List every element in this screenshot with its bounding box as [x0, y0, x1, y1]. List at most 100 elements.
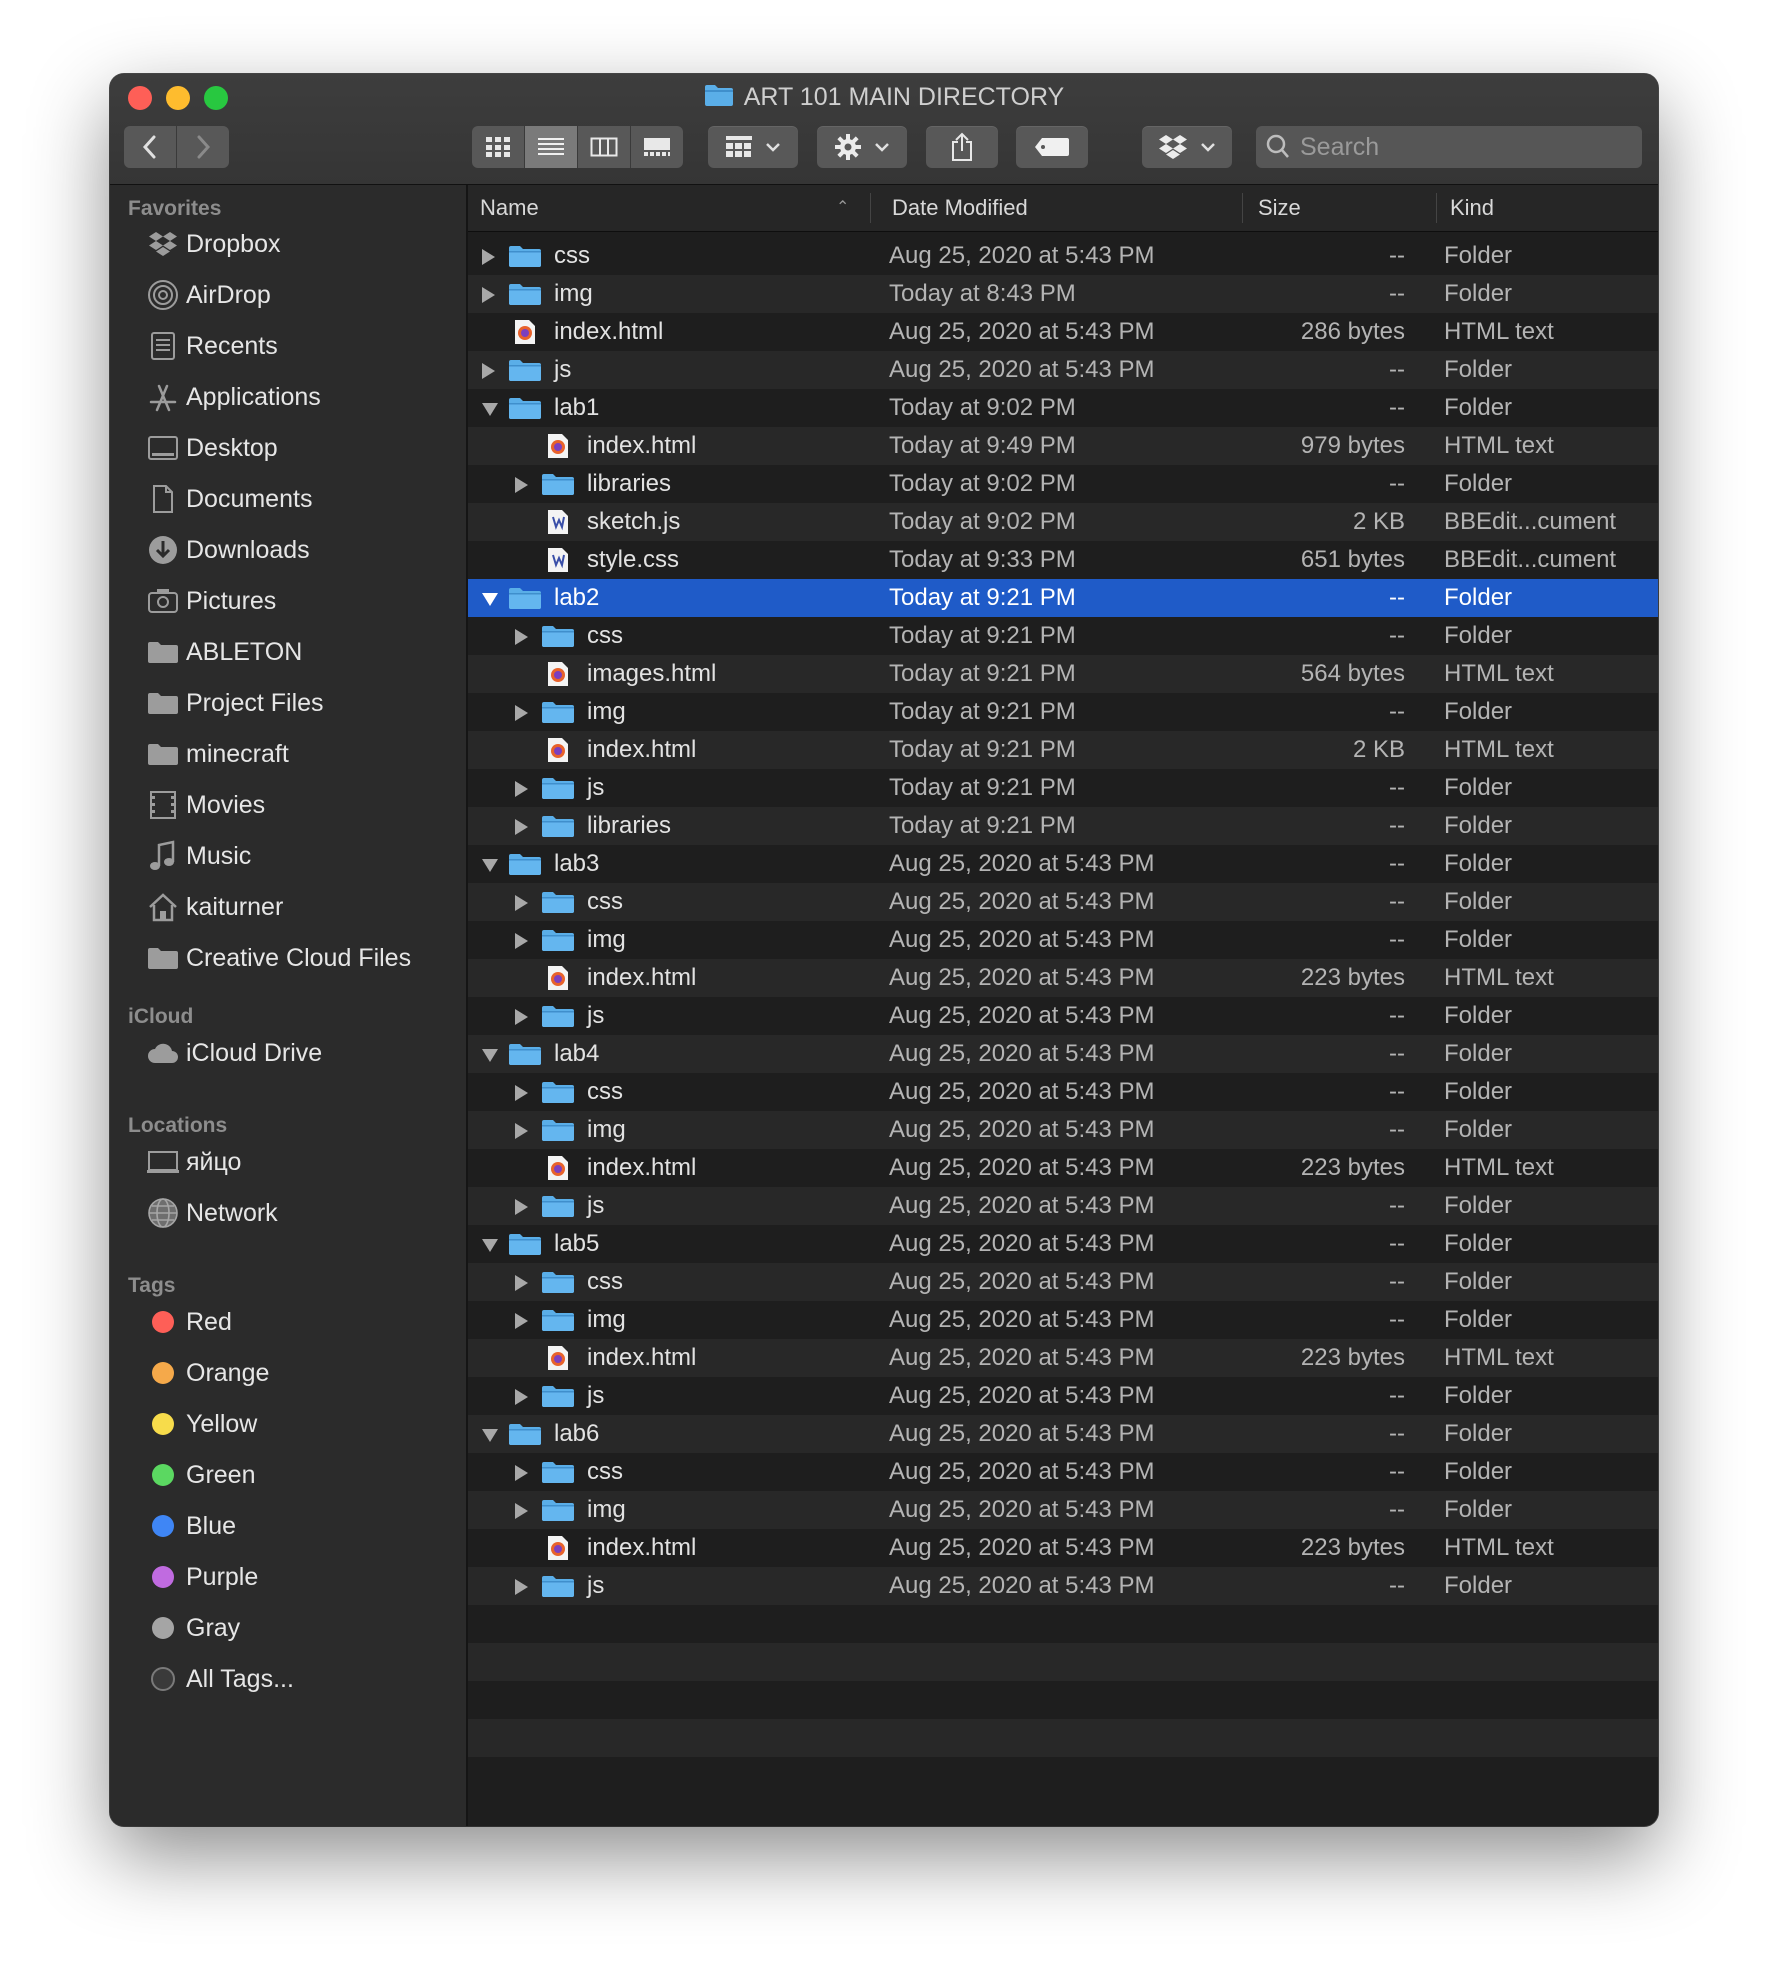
table-row[interactable]: css Aug 25, 2020 at 5:43 PM -- Folder — [468, 237, 1658, 275]
sidebar-tag-purple[interactable]: Purple — [146, 1557, 258, 1597]
table-row[interactable]: index.html Today at 9:49 PM 979 bytes HTML … — [468, 427, 1658, 465]
disclosure-triangle-closed-icon[interactable] — [515, 895, 528, 911]
table-row[interactable]: index.html Aug 25, 2020 at 5:43 PM 223 byt… — [468, 1149, 1658, 1187]
table-row[interactable]: js Aug 25, 2020 at 5:43 PM -- Folder — [468, 351, 1658, 389]
column-header-kind[interactable]: Kind — [1450, 185, 1494, 231]
table-row[interactable]: css Aug 25, 2020 at 5:43 PM -- Folder — [468, 1263, 1658, 1301]
table-row[interactable]: images.html Today at 9:21 PM 564 bytes HTML… — [468, 655, 1658, 693]
forward-button[interactable] — [177, 126, 229, 168]
list-view-button[interactable] — [525, 126, 578, 168]
sidebar-tag-yellow[interactable]: Yellow — [146, 1404, 257, 1444]
sidebar-tag-green[interactable]: Green — [146, 1455, 255, 1495]
disclosure-triangle-open-icon[interactable] — [482, 1429, 498, 1442]
column-divider[interactable] — [1436, 193, 1437, 223]
disclosure-triangle-closed-icon[interactable] — [515, 781, 528, 797]
table-row[interactable]: js Aug 25, 2020 at 5:43 PM -- Folder — [468, 1187, 1658, 1225]
sidebar-tag-all[interactable]: All Tags... — [146, 1659, 294, 1699]
table-row[interactable]: css Today at 9:21 PM -- Folder — [468, 617, 1658, 655]
disclosure-triangle-closed-icon[interactable] — [515, 705, 528, 721]
sidebar-item-airdrop[interactable]: AirDrop — [146, 275, 271, 315]
table-row[interactable]: index.html Aug 25, 2020 at 5:43 PM 286 byt… — [468, 313, 1658, 351]
table-row[interactable]: js Aug 25, 2020 at 5:43 PM -- Folder — [468, 1567, 1658, 1605]
sidebar-item-documents[interactable]: Documents — [146, 479, 312, 519]
sidebar-item-minecraft[interactable]: minecraft — [146, 734, 289, 774]
table-row[interactable]: index.html Aug 25, 2020 at 5:43 PM 223 byt… — [468, 959, 1658, 997]
group-button[interactable] — [708, 126, 798, 168]
disclosure-triangle-closed-icon[interactable] — [515, 1465, 528, 1481]
disclosure-triangle-closed-icon[interactable] — [515, 1503, 528, 1519]
disclosure-triangle-open-icon[interactable] — [482, 593, 498, 606]
sidebar-item-creative-cloud-files[interactable]: Creative Cloud Files — [146, 938, 411, 978]
back-button[interactable] — [124, 126, 177, 168]
disclosure-triangle-open-icon[interactable] — [482, 1239, 498, 1252]
sidebar-item-icloud-drive[interactable]: iCloud Drive — [146, 1033, 322, 1073]
table-row[interactable]: img Today at 9:21 PM -- Folder — [468, 693, 1658, 731]
table-row[interactable]: lab5 Aug 25, 2020 at 5:43 PM -- Folder — [468, 1225, 1658, 1263]
table-row[interactable]: libraries Today at 9:02 PM -- Folder — [468, 465, 1658, 503]
sidebar-tag-blue[interactable]: Blue — [146, 1506, 236, 1546]
table-row[interactable]: css Aug 25, 2020 at 5:43 PM -- Folder — [468, 1073, 1658, 1111]
table-row[interactable]: img Aug 25, 2020 at 5:43 PM -- Folder — [468, 1301, 1658, 1339]
table-row[interactable]: css Aug 25, 2020 at 5:43 PM -- Folder — [468, 883, 1658, 921]
table-row[interactable]: js Aug 25, 2020 at 5:43 PM -- Folder — [468, 1377, 1658, 1415]
disclosure-triangle-closed-icon[interactable] — [515, 629, 528, 645]
table-row[interactable]: index.html Aug 25, 2020 at 5:43 PM 223 byt… — [468, 1529, 1658, 1567]
sidebar-tag-red[interactable]: Red — [146, 1302, 232, 1342]
sidebar-item-recents[interactable]: Recents — [146, 326, 278, 366]
sidebar-item-project-files[interactable]: Project Files — [146, 683, 324, 723]
disclosure-triangle-closed-icon[interactable] — [515, 477, 528, 493]
disclosure-triangle-open-icon[interactable] — [482, 403, 498, 416]
table-row[interactable]: index.html Aug 25, 2020 at 5:43 PM 223 byt… — [468, 1339, 1658, 1377]
disclosure-triangle-closed-icon[interactable] — [515, 1313, 528, 1329]
disclosure-triangle-closed-icon[interactable] — [515, 1123, 528, 1139]
table-row[interactable]: js Aug 25, 2020 at 5:43 PM -- Folder — [468, 997, 1658, 1035]
table-row[interactable]: img Aug 25, 2020 at 5:43 PM -- Folder — [468, 1491, 1658, 1529]
sidebar-item-music[interactable]: Music — [146, 836, 251, 876]
column-view-button[interactable] — [578, 126, 631, 168]
sidebar-item-network[interactable]: Network — [146, 1193, 278, 1233]
table-row[interactable]: lab4 Aug 25, 2020 at 5:43 PM -- Folder — [468, 1035, 1658, 1073]
sidebar-tag-gray[interactable]: Gray — [146, 1608, 240, 1648]
table-row[interactable]: img Today at 8:43 PM -- Folder — [468, 275, 1658, 313]
table-row[interactable]: css Aug 25, 2020 at 5:43 PM -- Folder — [468, 1453, 1658, 1491]
search-field[interactable] — [1256, 126, 1642, 168]
disclosure-triangle-closed-icon[interactable] — [515, 1579, 528, 1595]
disclosure-triangle-closed-icon[interactable] — [482, 363, 495, 379]
column-header-name[interactable]: Name — [480, 185, 539, 231]
disclosure-triangle-closed-icon[interactable] — [515, 1389, 528, 1405]
disclosure-triangle-closed-icon[interactable] — [515, 1275, 528, 1291]
column-header-size[interactable]: Size — [1258, 185, 1301, 231]
table-row[interactable]: lab1 Today at 9:02 PM -- Folder — [468, 389, 1658, 427]
table-row[interactable]: lab6 Aug 25, 2020 at 5:43 PM -- Folder — [468, 1415, 1658, 1453]
gallery-view-button[interactable] — [631, 126, 683, 168]
disclosure-triangle-closed-icon[interactable] — [482, 287, 495, 303]
action-button[interactable] — [817, 126, 907, 168]
sidebar-item-applications[interactable]: Applications — [146, 377, 321, 417]
sidebar-item-kaiturner[interactable]: kaiturner — [146, 887, 283, 927]
disclosure-triangle-closed-icon[interactable] — [515, 1009, 528, 1025]
sidebar-item-computer[interactable]: яйцо — [146, 1142, 241, 1182]
table-row-selected[interactable]: lab2 Today at 9:21 PM -- Folder — [468, 579, 1658, 617]
sidebar-item-desktop[interactable]: Desktop — [146, 428, 278, 468]
sidebar-tag-orange[interactable]: Orange — [146, 1353, 269, 1393]
disclosure-triangle-closed-icon[interactable] — [515, 1199, 528, 1215]
column-divider[interactable] — [870, 193, 871, 223]
sidebar-item-movies[interactable]: Movies — [146, 785, 265, 825]
table-row[interactable]: lab3 Aug 25, 2020 at 5:43 PM -- Folder — [468, 845, 1658, 883]
disclosure-triangle-closed-icon[interactable] — [482, 249, 495, 265]
disclosure-triangle-closed-icon[interactable] — [515, 819, 528, 835]
column-divider[interactable] — [1242, 193, 1243, 223]
column-header-date[interactable]: Date Modified — [892, 185, 1028, 231]
disclosure-triangle-closed-icon[interactable] — [515, 1085, 528, 1101]
table-row[interactable]: img Aug 25, 2020 at 5:43 PM -- Folder — [468, 1111, 1658, 1149]
table-row[interactable]: libraries Today at 9:21 PM -- Folder — [468, 807, 1658, 845]
table-row[interactable]: style.css Today at 9:33 PM 651 bytes BBEdit… — [468, 541, 1658, 579]
dropbox-menu-button[interactable] — [1142, 126, 1232, 168]
sidebar-item-ableton[interactable]: ABLETON — [146, 632, 302, 672]
disclosure-triangle-open-icon[interactable] — [482, 1049, 498, 1062]
edit-tags-button[interactable] — [1016, 126, 1088, 168]
sidebar-item-pictures[interactable]: Pictures — [146, 581, 276, 621]
table-row[interactable]: img Aug 25, 2020 at 5:43 PM -- Folder — [468, 921, 1658, 959]
icon-view-button[interactable] — [472, 126, 525, 168]
table-row[interactable]: sketch.js Today at 9:02 PM 2 KB BBEdit...cu… — [468, 503, 1658, 541]
